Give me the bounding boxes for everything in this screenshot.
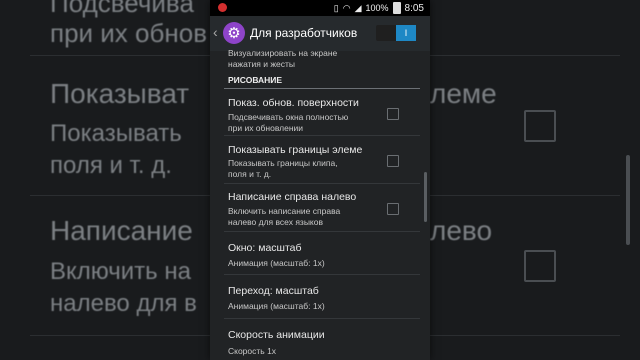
setting-window-animation-scale[interactable]: Окно: масштаб Анимация (масштаб: 1x) [210,232,430,275]
bg-row2-title-tail: лево [430,215,493,246]
bg-partial-top-1: Подсвечива [50,0,194,18]
checkbox[interactable] [387,203,399,215]
bg-scrollbar [626,155,630,245]
bg-row1-sub1: Показывать [50,120,182,147]
setting-force-rtl[interactable]: Написание справа налево Включить написан… [210,184,430,232]
record-indicator-icon [218,3,227,12]
section-header-drawing: РИСОВАНИЕ [228,75,283,85]
setting-subtitle-line1: Показывать границы клипа, [228,158,338,168]
page-title: Для разработчиков [250,26,358,40]
setting-subtitle-line1: Включить написание справа [228,206,341,216]
bg-row2-sub2: налево для в [50,290,197,317]
setting-show-surface-updates[interactable]: Показ. обнов. поверхности Подсвечивать о… [210,89,430,136]
setting-title: Скорость анимации [228,329,325,341]
phone-screen: ▯ ◠ ◢ 100% 8:05 ‹ ⚙ Для разработчиков I … [210,0,430,360]
scrollbar[interactable] [424,172,427,222]
checkbox[interactable] [387,155,399,167]
clock: 8:05 [404,2,424,14]
developer-options-toggle[interactable]: I [376,25,416,41]
setting-subtitle-line2: поля и т. д. [228,169,272,179]
settings-list: Визуализировать на экране нажатия и жест… [210,48,430,360]
bg-row1-title: Показыват [50,78,190,109]
setting-subtitle-line1: Скорость 1x [228,346,277,356]
toggle-thumb: I [396,25,416,41]
partial-subtitle-line2: нажатия и жесты [228,59,296,69]
setting-transition-animation-scale[interactable]: Переход: масштаб Анимация (масштаб: 1x) [210,275,430,319]
action-bar: ‹ ⚙ Для разработчиков I [210,16,430,51]
status-bar: ▯ ◠ ◢ 100% 8:05 [210,0,430,16]
battery-icon [392,2,401,14]
setting-title: Показывать границы элеме [228,144,363,156]
checkbox[interactable] [387,108,399,120]
bg-row2-sub1: Включить на [50,258,191,285]
settings-gear-icon[interactable]: ⚙ [223,22,245,44]
setting-subtitle-line2: при их обновлении [228,123,304,133]
setting-subtitle-line1: Анимация (масштаб: 1x) [228,258,325,268]
signal-icon: ◢ [354,2,362,13]
setting-show-layout-bounds[interactable]: Показывать границы элеме Показывать гран… [210,136,430,184]
status-icons: ▯ ◠ ◢ 100% 8:05 [334,2,424,14]
setting-title: Показ. обнов. поверхности [228,97,359,109]
partial-subtitle-line1: Визуализировать на экране [228,48,338,58]
back-chevron-icon[interactable]: ‹ [213,24,218,40]
battery-text: 100% [365,3,389,13]
setting-title: Переход: масштаб [228,285,319,297]
bg-checkbox-1 [524,110,556,142]
vibrate-icon: ▯ [333,2,339,13]
setting-subtitle-line1: Анимация (масштаб: 1x) [228,301,325,311]
bg-partial-top-2: при их обнов [50,18,208,48]
setting-title: Окно: масштаб [228,242,302,254]
wifi-icon: ◠ [342,2,351,13]
bg-row1-sub2: поля и т. д. [50,152,172,179]
setting-animator-duration-scale[interactable]: Скорость анимации Скорость 1x [210,319,430,360]
bg-row1-title-tail: леме [430,78,497,109]
setting-subtitle-line2: налево для всех языков [228,217,323,227]
bg-row2-title: Написание [50,215,193,246]
setting-title: Написание справа налево [228,191,357,203]
setting-subtitle-line1: Подсвечивать окна полностью [228,112,349,122]
bg-checkbox-2 [524,250,556,282]
